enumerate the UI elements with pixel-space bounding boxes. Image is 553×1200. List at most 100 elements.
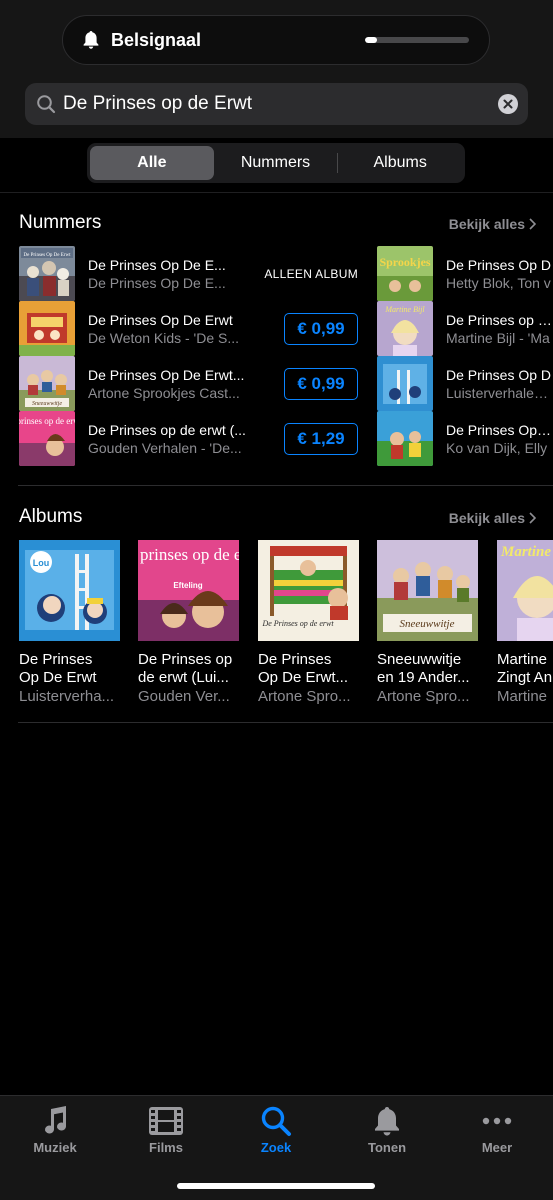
album-title-line2: en 19 Ander... [377,669,470,686]
search-icon [35,93,57,115]
album-title-line2: Op De Erwt [19,669,97,686]
album-cover: Martine [497,540,553,641]
divider [0,192,553,193]
song-subtitle: De Weton Kids - 'De S... [88,329,240,346]
song-title: De Prinses Op De Erwt [88,311,233,328]
scope-segmented-control: Alle Nummers Albums [87,143,465,183]
home-indicator[interactable] [177,1183,375,1189]
song-artwork: Sneeuwwitje [19,356,75,411]
album-cover: De Prinses op de erwt [258,540,359,641]
clear-search-button[interactable] [498,94,518,114]
tab-label: Meer [481,1140,513,1155]
song-title: De Prinses Op De E... [88,256,226,273]
cover-text: De prinses op de erwt [138,545,239,564]
song-row[interactable]: De prinses op de erwt De Prinses op de e… [19,411,358,466]
album-title-line1: De Prinses [19,651,93,668]
album-only-label: ALLEEN ALBUM [264,266,358,281]
volume-bar[interactable] [365,37,469,43]
album-artist: Artone Spro... [377,688,470,705]
songs-section-title: Nummers [19,212,102,233]
song-row[interactable]: Sneeuwwitje De Prinses Op De Erwt... Art… [19,356,358,411]
song-title: De Prinses Op D [446,366,552,383]
song-subtitle: Artone Sprookjes Cast... [88,384,240,401]
cover-text: Sneeuwwitje [400,618,455,630]
bell-icon [81,30,101,50]
chevron-right-icon [529,218,536,230]
film-icon [148,1104,184,1138]
song-artwork: Martine Bijl [377,301,433,356]
buy-price-button[interactable]: € 0,99 [284,312,358,345]
song-row[interactable]: Martine Bijl De Prinses op de Martine Bi… [377,301,553,356]
song-title: De Prinses Op De Erwt... [88,366,245,383]
banner-title: Belsignaal [111,29,202,50]
album-title-line1: De Prinses op [138,651,233,668]
songs-see-all-link[interactable]: Bekijk alles [449,216,536,232]
song-title: De Prinses Op D [446,256,552,273]
song-artwork: Sprookjes [377,246,433,301]
close-icon [503,99,513,109]
cover-text: Sneeuwwitje [32,401,62,407]
music-note-icon [40,1104,70,1138]
albums-see-all-link[interactable]: Bekijk alles [449,510,536,526]
album-tile[interactable]: De prinses op de erwt Efteling De Prinses… [138,540,240,706]
song-title: De Prinses op de [446,311,553,328]
song-row[interactable]: De Prinses Op De Erwt De Weton Kids - 'D… [19,301,358,356]
search-input[interactable]: De Prinses op de Erwt [63,93,498,115]
tab-music[interactable]: Muziek [15,1104,95,1155]
album-cover: Lou [19,540,120,641]
cover-text: De prinses op de erwt [19,416,75,426]
song-subtitle: Ko van Dijk, Elly [446,439,548,456]
cover-text: Lou [33,558,50,568]
song-subtitle: De Prinses Op De E... [88,274,226,291]
song-row[interactable]: De Prinses Op De Erwt De Prinses Op De E… [19,246,358,301]
album-title-line2: de erwt (Lui... [138,669,229,686]
song-title: De Prinses op de erwt (... [88,421,246,438]
albums-section-title: Albums [19,506,83,527]
album-title-line1: De Prinses [258,651,332,668]
song-subtitle: Martine Bijl - 'Ma [446,329,550,346]
album-artist: Luisterverha... [19,688,115,705]
tab-tones[interactable]: Tonen [347,1104,427,1155]
segment-albums[interactable]: Albums [338,146,462,180]
see-all-label: Bekijk alles [448,216,525,232]
cover-text: De Prinses Op De Erwt [24,253,72,258]
album-tile[interactable]: Lou De Prinses Op De Erwt Luisterverha..… [19,540,121,706]
album-tile[interactable]: De Prinses op de erwt De Prinses Op De E… [258,540,360,706]
song-row[interactable]: De Prinses Op D Luisterverhalen L [377,356,553,411]
album-tile[interactable]: Sneeuwwitje Sneeuwwitje en 19 Ander... A… [377,540,479,706]
song-subtitle: Hetty Blok, Ton v [446,274,551,291]
search-field[interactable]: De Prinses op de Erwt [25,83,528,125]
song-artwork: De Prinses Op De Erwt [19,246,75,301]
song-subtitle: Luisterverhalen L [446,384,553,401]
tab-search[interactable]: Zoek [236,1104,316,1155]
album-cover: De prinses op de erwt Efteling [138,540,239,641]
album-title-line2: Op De Erwt... [258,669,349,686]
segment-all[interactable]: Alle [90,146,214,180]
song-row[interactable]: Sprookjes De Prinses Op D Hetty Blok, To… [377,246,553,301]
cover-text: Sprookjes [379,255,430,269]
cover-text: Martine [500,544,551,560]
tab-more[interactable]: Meer [457,1104,537,1155]
album-tile[interactable]: Martine Martine Zingt An Martine [497,540,553,706]
chevron-right-icon [529,512,536,524]
album-title-line1: Sneeuwwitje [377,651,462,668]
buy-price-button[interactable]: € 0,99 [284,367,358,400]
tab-label: Muziek [33,1140,77,1155]
song-artwork [377,411,433,466]
song-row[interactable]: De Prinses Op de Ko van Dijk, Elly [377,411,553,466]
tab-films[interactable]: Films [126,1104,206,1155]
buy-price-button[interactable]: € 1,29 [284,422,358,455]
album-title-line2: Zingt An [497,669,553,686]
album-artist: Gouden Ver... [138,688,230,705]
ringer-banner: Belsignaal [62,15,490,65]
album-title-line1: Martine [497,651,548,668]
segment-songs[interactable]: Nummers [214,146,338,180]
song-artwork [19,301,75,356]
more-dots-icon [482,1104,512,1138]
song-artwork [377,356,433,411]
song-artwork: De prinses op de erwt [19,411,75,466]
album-cover: Sneeuwwitje [377,540,478,641]
song-subtitle: Gouden Verhalen - 'De... [88,439,242,456]
tab-label: Films [149,1140,183,1155]
album-artist: Martine [497,688,548,705]
